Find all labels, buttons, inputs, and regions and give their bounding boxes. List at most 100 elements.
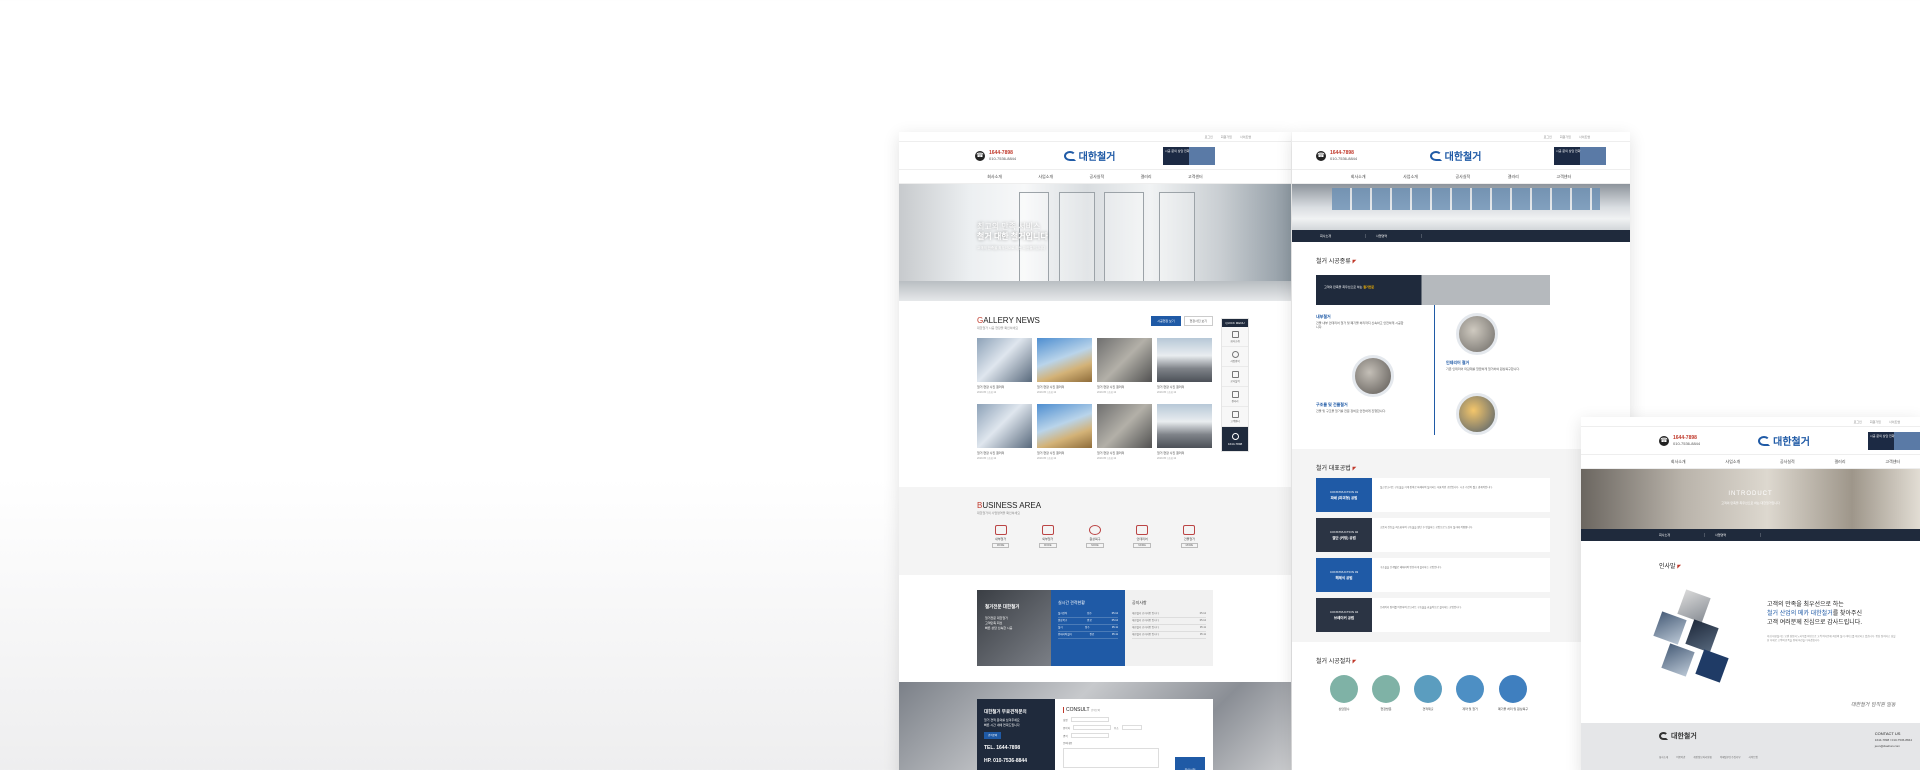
process-item: 내부철거 건물 내부 인테리어 철거 및 폐기물 처리까지 신속하고 안전하게 시… — [1316, 314, 1404, 330]
footer-logo[interactable]: 대한철거 — [1659, 731, 1842, 741]
nav-item-business[interactable]: 사업소개 — [1403, 174, 1418, 180]
name-field[interactable] — [1070, 717, 1109, 722]
header-banner[interactable]: 시공 문의 상담 전화 — [1867, 431, 1920, 450]
footer-link[interactable]: 회사소개 — [1659, 755, 1668, 759]
nav-item-about[interactable]: 회사소개 — [1671, 459, 1686, 465]
hero-subtitle: 고객의 만족을 최우선으로 하는 대한철거입니다 — [1721, 501, 1780, 505]
util-link-sitemap[interactable]: 사이트맵 — [1240, 135, 1251, 139]
subnav-item[interactable]: 사업영역 — [1715, 533, 1761, 537]
area-field[interactable] — [1070, 733, 1109, 738]
demolition-types-section: 철거 시공종류 ◤ 고객의 만족을 최우선으로 하는 철거전문 내부철거 건물 내… — [1292, 242, 1630, 435]
subnav-item[interactable]: 사업영역 — [1376, 234, 1422, 238]
site-footer: 대한철거 회사소개 이용약관 개인정보처리방침 이메일무단수집거부 사이트맵 C… — [1581, 723, 1920, 770]
nav-item-support[interactable]: 고객센터 — [1885, 459, 1900, 465]
banner-text: 시공 문의 상담 전화 — [1164, 148, 1190, 153]
quick-item-works[interactable]: 공사실적 — [1222, 367, 1248, 387]
gallery-news-section: GALLERY NEWS 대한철거 시공 현장을 확인하세요 시공현장 보기 현… — [977, 316, 1213, 460]
nav-item-business[interactable]: 사업소개 — [1725, 459, 1740, 465]
subnav-item[interactable]: 회사소개 — [1320, 234, 1366, 238]
business-item[interactable]: 외부철거 MORE — [1039, 525, 1057, 548]
nav-item-gallery[interactable]: 갤러리 — [1141, 174, 1152, 180]
footer-link[interactable]: 이메일무단수집거부 — [1720, 755, 1741, 759]
address-field[interactable] — [1121, 725, 1142, 730]
util-link-sitemap[interactable]: 사이트맵 — [1579, 135, 1590, 139]
nav-item-works[interactable]: 공사실적 — [1780, 459, 1795, 465]
footer-link[interactable]: 사이트맵 — [1749, 755, 1758, 759]
method-row: CONSTRUCTION 04 브레이커 공법 브레이커 장비를 이용하여 콘크리트… — [1316, 598, 1550, 632]
logo-icon — [1063, 150, 1076, 161]
quick-menu-title: QUICK MENU — [1222, 319, 1248, 327]
gallery-item[interactable]: 철거 현장 사진 갤러리 2019.05 | 조회 12 — [1157, 338, 1212, 394]
gallery-item[interactable]: 철거 현장 사진 갤러리 2019.05 | 조회 12 — [1037, 338, 1092, 394]
nav-item-gallery[interactable]: 갤러리 — [1834, 459, 1845, 465]
quick-item-gallery[interactable]: 갤러리 — [1222, 387, 1248, 407]
util-link-login[interactable]: 로그인 — [1205, 135, 1213, 139]
estimate-row[interactable]: 원상복구 완료 05.12 — [1058, 618, 1118, 625]
nav-item-business[interactable]: 사업소개 — [1038, 174, 1053, 180]
gallery-meta: 2019.05 | 조회 12 — [1157, 457, 1177, 460]
notice-row[interactable]: 대한철거 공지사항 입니다 05.12 — [1132, 618, 1206, 625]
gallery-button-photos[interactable]: 현장사진 보기 — [1183, 316, 1213, 326]
demolition-icon — [994, 525, 1007, 535]
site-header: ☎ 1644-7898 010-7536-8844 대한철거 시공 문의 상담 전… — [1292, 142, 1630, 170]
types-banner: 고객의 만족을 최우선으로 하는 철거전문 — [1316, 275, 1550, 305]
util-link-join[interactable]: 회원가입 — [1560, 135, 1571, 139]
hero-glass-panel — [1059, 192, 1095, 292]
gallery-item[interactable]: 철거 현장 사진 갤러리 2019.05 | 조회 12 — [1097, 404, 1152, 460]
notice-row[interactable]: 대한철거 공지사항 입니다 05.11 — [1132, 625, 1206, 632]
util-link-sitemap[interactable]: 사이트맵 — [1889, 420, 1900, 424]
gallery-item[interactable]: 철거 현장 사진 갤러리 2019.05 | 조회 12 — [1097, 338, 1152, 394]
phone-icon: ☎ — [1659, 435, 1669, 446]
nav-item-about[interactable]: 회사소개 — [1351, 174, 1366, 180]
business-item[interactable]: 원상복구 MORE — [1086, 525, 1104, 548]
business-item[interactable]: 내부철거 MORE — [991, 525, 1010, 548]
message-textarea[interactable] — [1063, 748, 1159, 768]
phone-icon — [1231, 432, 1239, 440]
notice-row[interactable]: 대한철거 공지사항 입니다 05.11 — [1132, 632, 1206, 639]
greeting-headline: 고객의 만족을 최우선으로 하는 철거 산업의 메카 대한철거를 찾아주신 고객… — [1767, 602, 1863, 626]
gallery-button-sites[interactable]: 시공현장 보기 — [1151, 316, 1181, 326]
quick-call-button[interactable]: 1644-7898 — [1222, 427, 1248, 451]
business-item[interactable]: 인테리어 MORE — [1133, 525, 1151, 548]
nav-item-works[interactable]: 공사실적 — [1455, 174, 1470, 180]
consult-submit-button[interactable]: 문의신청 — [1175, 757, 1205, 770]
estimate-row[interactable]: 인테리어철거 완료 05.11 — [1058, 632, 1118, 639]
gallery-item[interactable]: 철거 현장 사진 갤러리 2019.05 | 조회 12 — [977, 404, 1032, 460]
nav-item-works[interactable]: 공사실적 — [1089, 174, 1104, 180]
phone-field[interactable] — [1072, 725, 1111, 730]
gallery-item[interactable]: 철거 현장 사진 갤러리 2019.05 | 조회 12 — [1157, 404, 1212, 460]
consult-section: 대한철거 무료견적문의 철거 견적 문의를 남겨주세요 빠른 시간 내에 연락드… — [977, 699, 1213, 770]
procedure-step: 폐기물 처리 및 원상복구 — [1498, 675, 1528, 711]
signature: 대한철거 임직원 일동 — [1851, 702, 1896, 708]
site-logo[interactable]: 대한철거 — [1758, 433, 1810, 448]
util-link-join[interactable]: 회원가입 — [1870, 420, 1881, 424]
quick-item-support[interactable]: 고객센터 — [1222, 407, 1248, 427]
business-item[interactable]: 건물철거 MORE — [1180, 525, 1199, 548]
gallery-caption: 철거 현장 사진 갤러리 — [1157, 385, 1185, 389]
consult-tag: 견적문의 — [984, 732, 1002, 739]
site-logo[interactable]: 대한철거 — [1063, 148, 1115, 163]
footer-link[interactable]: 개인정보처리방침 — [1693, 755, 1711, 759]
site-logo[interactable]: 대한철거 — [1429, 148, 1481, 163]
logo-icon — [1429, 150, 1442, 161]
header-banner[interactable]: 시공 문의 상담 전화 — [1553, 146, 1606, 165]
util-link-login[interactable]: 로그인 — [1544, 135, 1552, 139]
quick-item-about[interactable]: 회사소개 — [1222, 327, 1248, 347]
footer-link[interactable]: 이용약관 — [1676, 755, 1685, 759]
nav-item-support[interactable]: 고객센터 — [1188, 174, 1203, 180]
util-link-join[interactable]: 회원가입 — [1221, 135, 1232, 139]
nav-item-gallery[interactable]: 갤러리 — [1508, 174, 1519, 180]
gallery-item[interactable]: 철거 현장 사진 갤러리 2019.05 | 조회 12 — [977, 338, 1032, 394]
nav-item-support[interactable]: 고객센터 — [1556, 174, 1571, 180]
header-banner[interactable]: 시공 문의 상담 전화 — [1162, 146, 1215, 165]
gallery-item[interactable]: 철거 현장 사진 갤러리 2019.05 | 조회 12 — [1037, 404, 1092, 460]
gallery-caption: 철거 현장 사진 갤러리 — [977, 451, 1005, 455]
subnav-item[interactable]: 회사소개 — [1659, 533, 1705, 537]
quick-item-business[interactable]: 사업영역 — [1222, 347, 1248, 367]
nav-item-about[interactable]: 회사소개 — [987, 174, 1002, 180]
estimate-row[interactable]: 철거 접수 05.11 — [1058, 625, 1118, 632]
estimate-row[interactable]: 철거견적 접수 05.12 — [1058, 611, 1118, 618]
util-link-login[interactable]: 로그인 — [1854, 420, 1862, 424]
procedure-step: 현장방문 — [1372, 675, 1400, 711]
notice-row[interactable]: 대한철거 공지사항 입니다 05.12 — [1132, 611, 1206, 618]
